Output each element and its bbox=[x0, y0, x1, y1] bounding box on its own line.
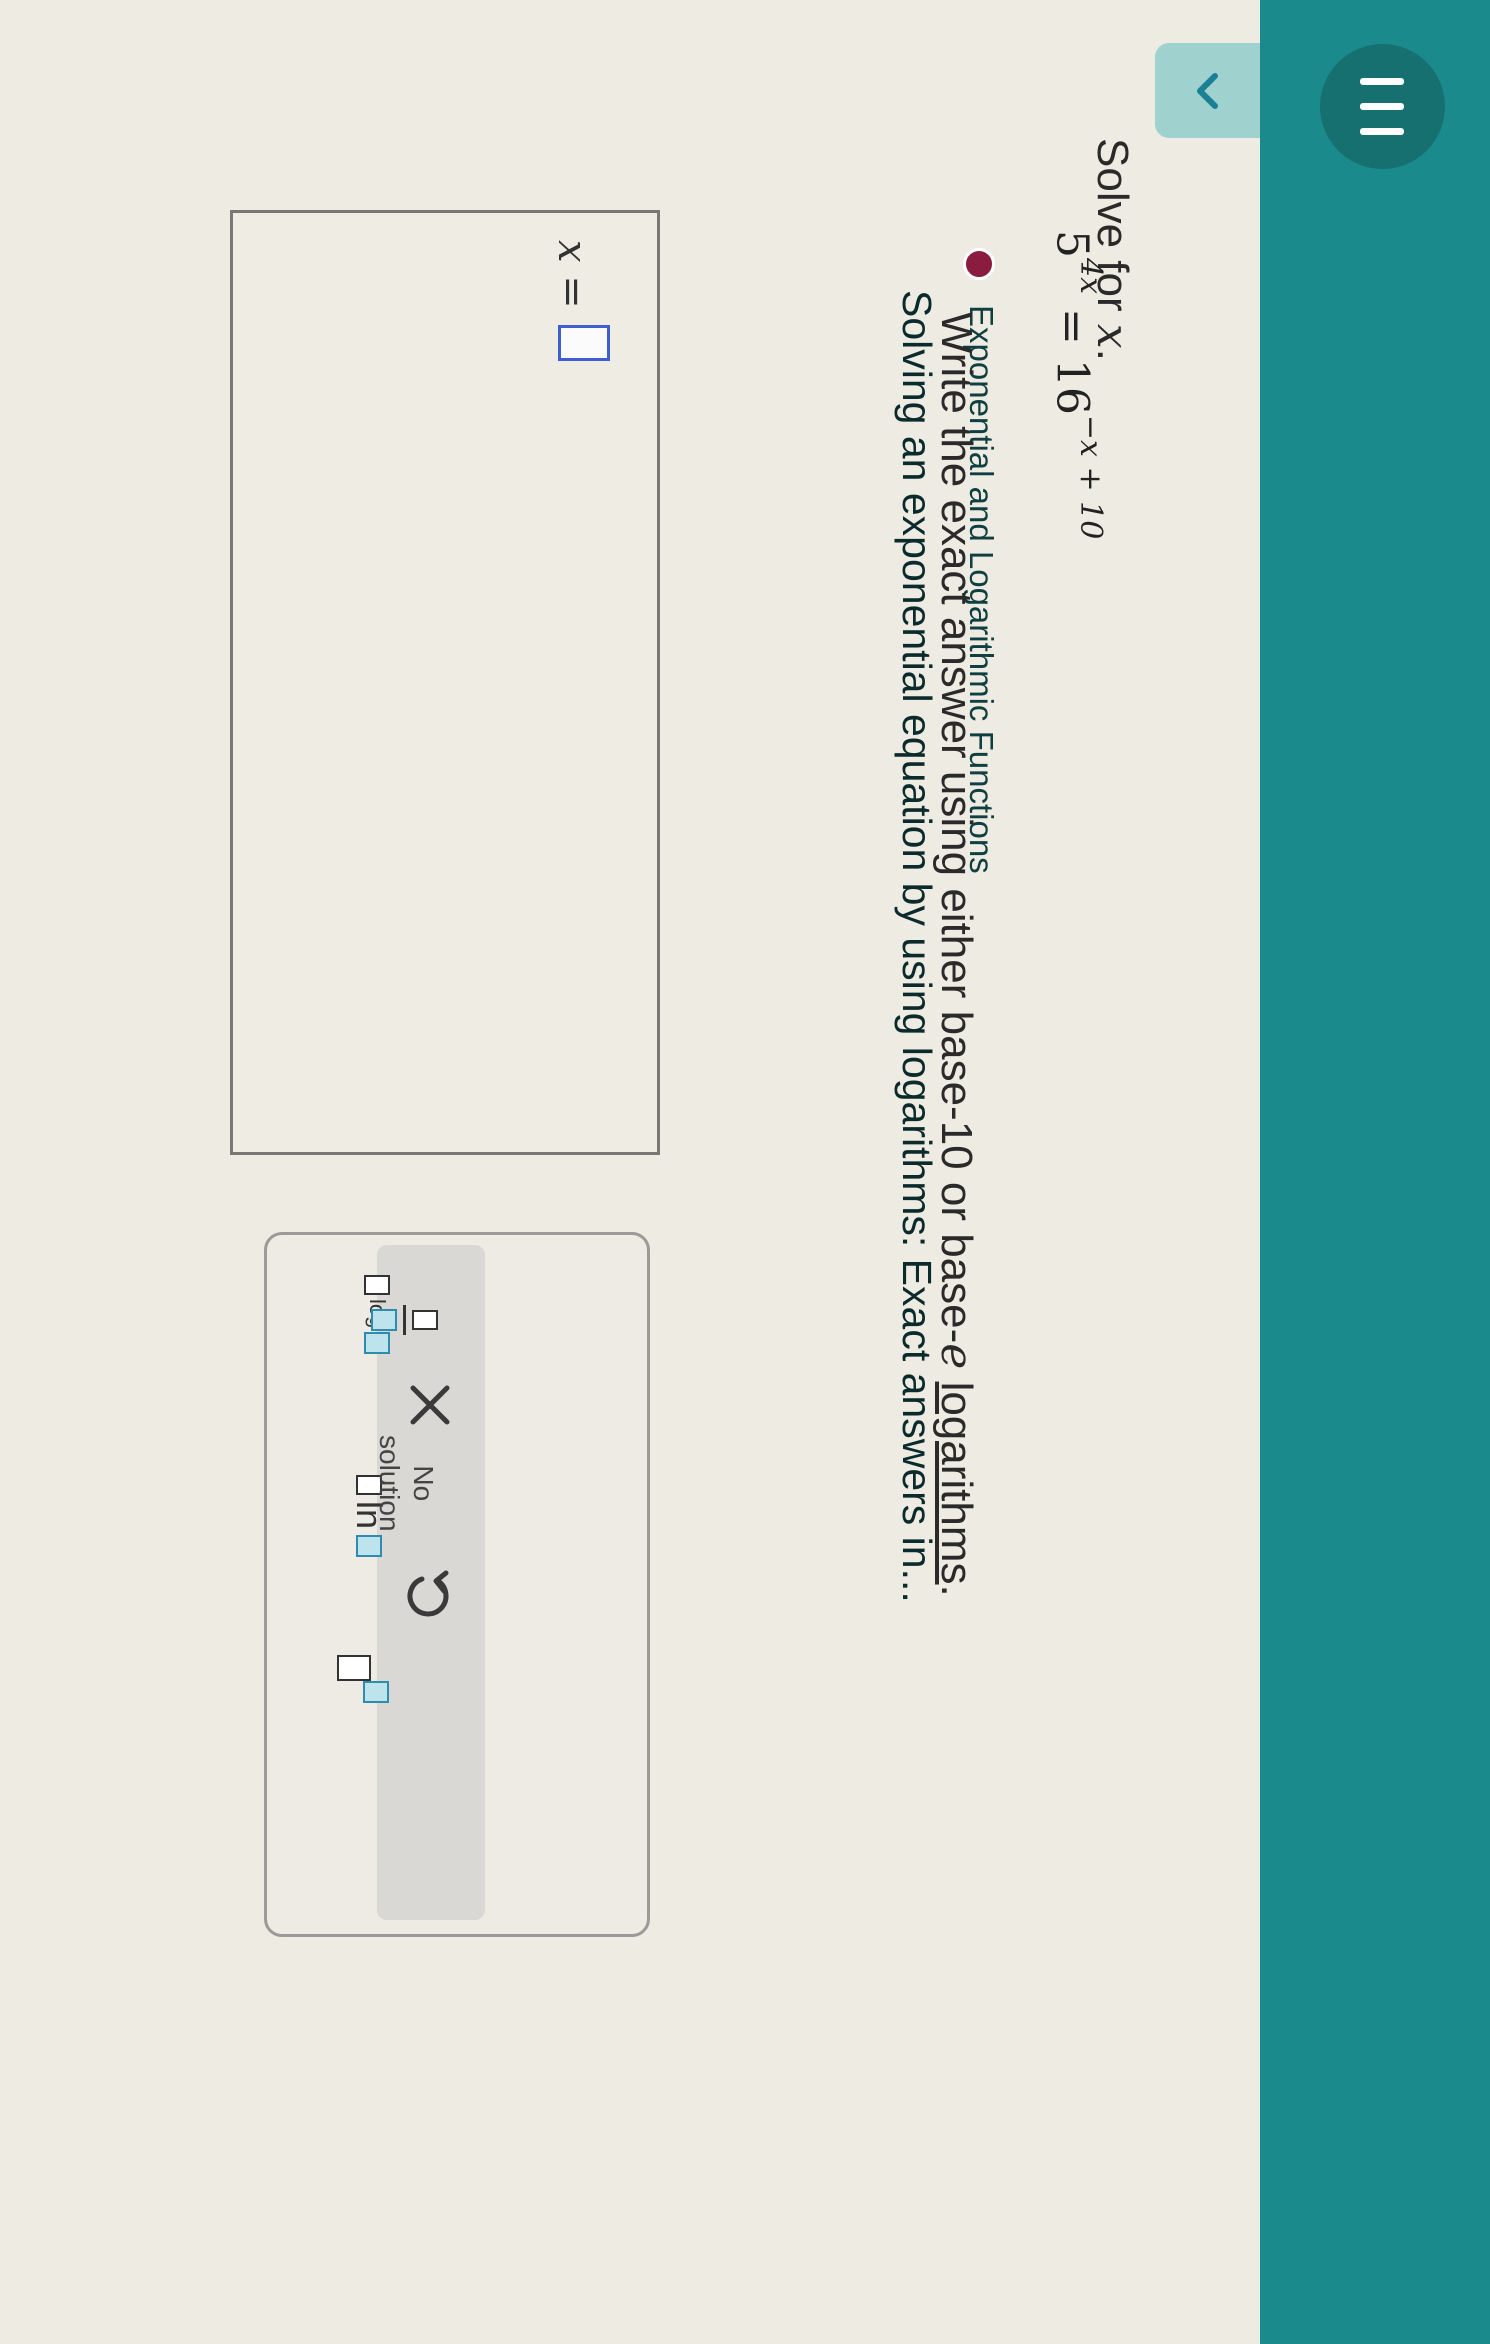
instruction-e: e bbox=[931, 1343, 982, 1370]
screen: Exponential and Logarithmic Functions So… bbox=[0, 0, 1490, 2344]
menu-button[interactable] bbox=[1320, 44, 1445, 169]
collapse-tab[interactable] bbox=[1155, 43, 1260, 138]
equation-equals: = bbox=[1046, 294, 1098, 359]
answer-input[interactable] bbox=[558, 325, 610, 361]
instruction-text: Write the exact answer using either base… bbox=[931, 312, 982, 1597]
placeholder-box bbox=[363, 1681, 389, 1703]
answer-label: x = bbox=[549, 240, 595, 309]
no-solution-key[interactable]: No solution bbox=[372, 1435, 440, 1532]
status-dot bbox=[963, 248, 995, 280]
equation-right-exponent: −x + 10 bbox=[1073, 414, 1108, 540]
equation-left-exponent: 4x bbox=[1073, 258, 1108, 295]
instruction-part: Write the exact answer using either base… bbox=[932, 312, 981, 1344]
logarithms-link[interactable]: logarithms bbox=[932, 1382, 981, 1585]
chevron-down-icon bbox=[1197, 72, 1219, 109]
undo-button[interactable] bbox=[390, 1555, 470, 1635]
placeholder-box bbox=[412, 1310, 438, 1330]
placeholder-box bbox=[364, 1275, 390, 1295]
instruction-period: . bbox=[932, 1584, 981, 1597]
fraction-key[interactable] bbox=[371, 1295, 438, 1345]
exponent-key[interactable] bbox=[330, 1655, 400, 1703]
no-solution-line2: solution bbox=[374, 1435, 405, 1532]
header-bar bbox=[1260, 0, 1490, 2344]
placeholder-box bbox=[371, 1309, 397, 1331]
instruction-space bbox=[932, 1369, 981, 1381]
undo-icon bbox=[407, 1570, 449, 1617]
close-icon bbox=[410, 1385, 450, 1425]
equation-left-base: 5 bbox=[1046, 230, 1098, 258]
placeholder-box bbox=[337, 1655, 371, 1681]
equation: 54x = 16−x + 10 bbox=[1046, 230, 1108, 539]
fraction-bar bbox=[403, 1305, 406, 1335]
no-solution-line1: No bbox=[408, 1465, 439, 1502]
hamburger-menu-icon bbox=[1360, 77, 1405, 136]
equation-right-base: 16 bbox=[1046, 358, 1098, 415]
placeholder-box bbox=[356, 1535, 382, 1558]
clear-button[interactable] bbox=[390, 1365, 470, 1445]
